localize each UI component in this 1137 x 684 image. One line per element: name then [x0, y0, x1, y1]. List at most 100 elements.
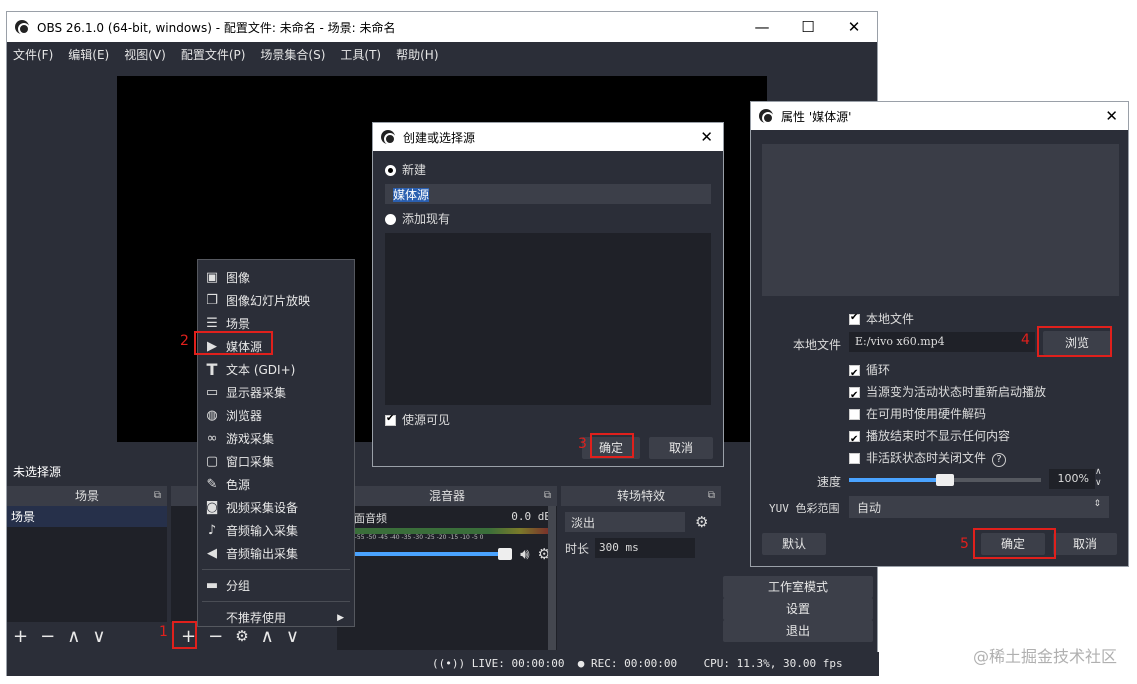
menu-item-game-capture[interactable]: ∞ 游戏采集 [198, 427, 354, 450]
select-arrow-icon: ⇕ [1093, 499, 1101, 509]
transition-select[interactable]: 淡出 [565, 512, 685, 532]
transition-gear-icon[interactable]: ⚙ [695, 513, 708, 531]
visible-label: 使源可见 [402, 413, 451, 427]
create-cancel-button[interactable]: 取消 [649, 437, 713, 459]
speed-slider[interactable] [849, 474, 1041, 486]
exit-button[interactable]: 退出 [723, 620, 873, 642]
annotation-number-1: 1 [159, 624, 168, 640]
yuv-select[interactable]: 自动 ⇕ [849, 496, 1109, 518]
new-source-option[interactable]: 新建 [385, 161, 711, 178]
spin-down-icon[interactable]: ∨ [1095, 478, 1102, 489]
close-icon[interactable]: ✕ [1105, 107, 1118, 125]
spin-up-icon[interactable]: ∧ [1095, 467, 1102, 478]
close-icon[interactable]: ✕ [700, 128, 713, 146]
settings-button[interactable]: 设置 [723, 598, 873, 620]
option-label: 循环 [866, 363, 891, 377]
menu-edit[interactable]: 编辑(E) [68, 46, 109, 63]
float-icon[interactable]: ⧉ [154, 486, 161, 506]
loop-checkbox[interactable] [849, 363, 860, 385]
radio-existing[interactable] [385, 214, 396, 225]
menu-help[interactable]: 帮助(H) [396, 46, 438, 63]
hw-decode-checkbox[interactable] [849, 409, 860, 420]
menu-item-label: 浏览器 [226, 409, 263, 423]
props-cancel-button[interactable]: 取消 [1053, 533, 1117, 555]
obs-logo-icon [381, 130, 396, 145]
close-button[interactable]: ✕ [831, 18, 877, 36]
menu-item-color-source[interactable]: ✎ 色源 [198, 473, 354, 496]
file-label: 本地文件 [793, 338, 842, 352]
hide-on-end-checkbox[interactable] [849, 429, 860, 451]
close-inactive-checkbox[interactable] [849, 453, 860, 464]
menu-tools[interactable]: 工具(T) [340, 46, 381, 63]
radio-new[interactable] [385, 165, 396, 176]
menu-item-label: 音频输出采集 [226, 547, 299, 561]
speed-input[interactable]: 100% [1049, 469, 1095, 489]
scenes-dock-header: 场景 ⧉ [7, 486, 167, 506]
restart-checkbox[interactable] [849, 385, 860, 407]
menu-view[interactable]: 视图(V) [124, 46, 166, 63]
mic-icon: ♪ [207, 523, 217, 538]
menu-item-slideshow[interactable]: ❐ 图像幻灯片放映 [198, 289, 354, 312]
option-loop[interactable]: 循环 [849, 359, 1046, 385]
visible-checkbox[interactable] [385, 413, 396, 426]
source-name-input[interactable]: 媒体源 [385, 184, 711, 204]
existing-source-option[interactable]: 添加现有 [385, 210, 711, 227]
menu-item-window-capture[interactable]: ▢ 窗口采集 [198, 450, 354, 473]
speed-slider-handle[interactable] [936, 474, 954, 486]
float-icon[interactable]: ⧉ [708, 486, 715, 506]
menu-profile[interactable]: 配置文件(P) [181, 46, 246, 63]
menu-item-audio-input[interactable]: ♪ 音频输入采集 [198, 519, 354, 542]
main-titlebar: OBS 26.1.0 (64-bit, windows) - 配置文件: 未命名… [7, 12, 877, 42]
speed-spinner[interactable]: ∧ ∨ [1095, 467, 1102, 489]
menu-scene-collection[interactable]: 场景集合(S) [260, 46, 325, 63]
minimize-button[interactable]: — [739, 18, 785, 36]
menu-item-video-capture[interactable]: ◙ 视频采集设备 [198, 496, 354, 519]
slideshow-icon: ❐ [206, 293, 218, 308]
source-settings-icon[interactable]: ⚙ [235, 627, 248, 645]
local-file-checkbox[interactable] [849, 312, 860, 325]
local-file-checkbox-row[interactable]: 本地文件 [849, 310, 914, 327]
speed-slider-fill [849, 478, 945, 482]
status-bar: ((•)) LIVE: 00:00:00 ● REC: 00:00:00 CPU… [7, 652, 879, 676]
maximize-button[interactable]: ☐ [785, 18, 831, 36]
create-source-dialog: 创建或选择源 ✕ 新建 媒体源 添加现有 使源可见 确定 取消 [372, 122, 724, 467]
remove-icon[interactable]: − [40, 626, 55, 647]
option-restart[interactable]: 当源变为活动状态时重新启动播放 [849, 381, 1047, 407]
menu-item-browser[interactable]: ◍ 浏览器 [198, 404, 354, 427]
scene-item[interactable]: 场景 [7, 506, 167, 527]
menu-item-text[interactable]: T 文本 (GDI+) [198, 358, 354, 381]
option-hw-decode[interactable]: 在可用时使用硬件解码 [849, 403, 1046, 425]
option-close-inactive[interactable]: 非活跃状态时关闭文件? [849, 447, 1046, 469]
mixer-scrollbar[interactable] [548, 506, 556, 650]
mixer-body: 桌面音频 0.0 dB -60 -55 -50 -45 -40 -35 -30 … [337, 506, 557, 650]
transitions-dock-header: 转场特效 ⧉ [561, 486, 721, 506]
scenes-toolbar: + − ∧ ∨ [7, 622, 167, 650]
defaults-button[interactable]: 默认 [762, 533, 826, 555]
option-hide-on-end[interactable]: 播放结束时不显示任何内容 [849, 425, 1046, 451]
menu-item-image[interactable]: ▣ 图像 [198, 266, 354, 289]
meter-scale: -60 -55 -50 -45 -40 -35 -30 -25 -20 -15 … [343, 534, 484, 541]
menu-item-audio-output[interactable]: ◀ 音频输出采集 [198, 542, 354, 565]
menu-item-display-capture[interactable]: ▭ 显示器采集 [198, 381, 354, 404]
menu-item-deprecated[interactable]: 不推荐使用 ▶ [198, 606, 354, 629]
help-icon[interactable]: ? [992, 453, 1007, 467]
existing-sources-list[interactable] [385, 233, 711, 405]
move-down-icon[interactable]: ∨ [92, 626, 105, 647]
option-label: 当源变为活动状态时重新启动播放 [866, 385, 1047, 399]
visible-checkbox-row[interactable]: 使源可见 [385, 411, 711, 428]
add-icon[interactable]: + [13, 626, 28, 647]
options-list: 循环 当源变为活动状态时重新启动播放 在可用时使用硬件解码 播放结束时不显示任何… [849, 359, 1046, 469]
menu-item-group[interactable]: ▬ 分组 [198, 574, 354, 597]
submenu-arrow-icon: ▶ [337, 612, 344, 623]
move-up-icon[interactable]: ∧ [67, 626, 80, 647]
menu-file[interactable]: 文件(F) [13, 46, 53, 63]
duration-input[interactable]: 300 ms [595, 538, 696, 558]
yuv-value: 自动 [857, 501, 882, 515]
track-level: 0.0 dB [511, 510, 551, 523]
volume-slider[interactable] [343, 548, 513, 560]
studio-mode-button[interactable]: 工作室模式 [723, 576, 873, 598]
float-icon[interactable]: ⧉ [544, 486, 551, 506]
file-path-input[interactable]: E:/vivo x60.mp4 [849, 332, 1035, 352]
speaker-icon[interactable]: 🔊︎ [520, 545, 529, 563]
option-label: 播放结束时不显示任何内容 [866, 429, 1011, 443]
